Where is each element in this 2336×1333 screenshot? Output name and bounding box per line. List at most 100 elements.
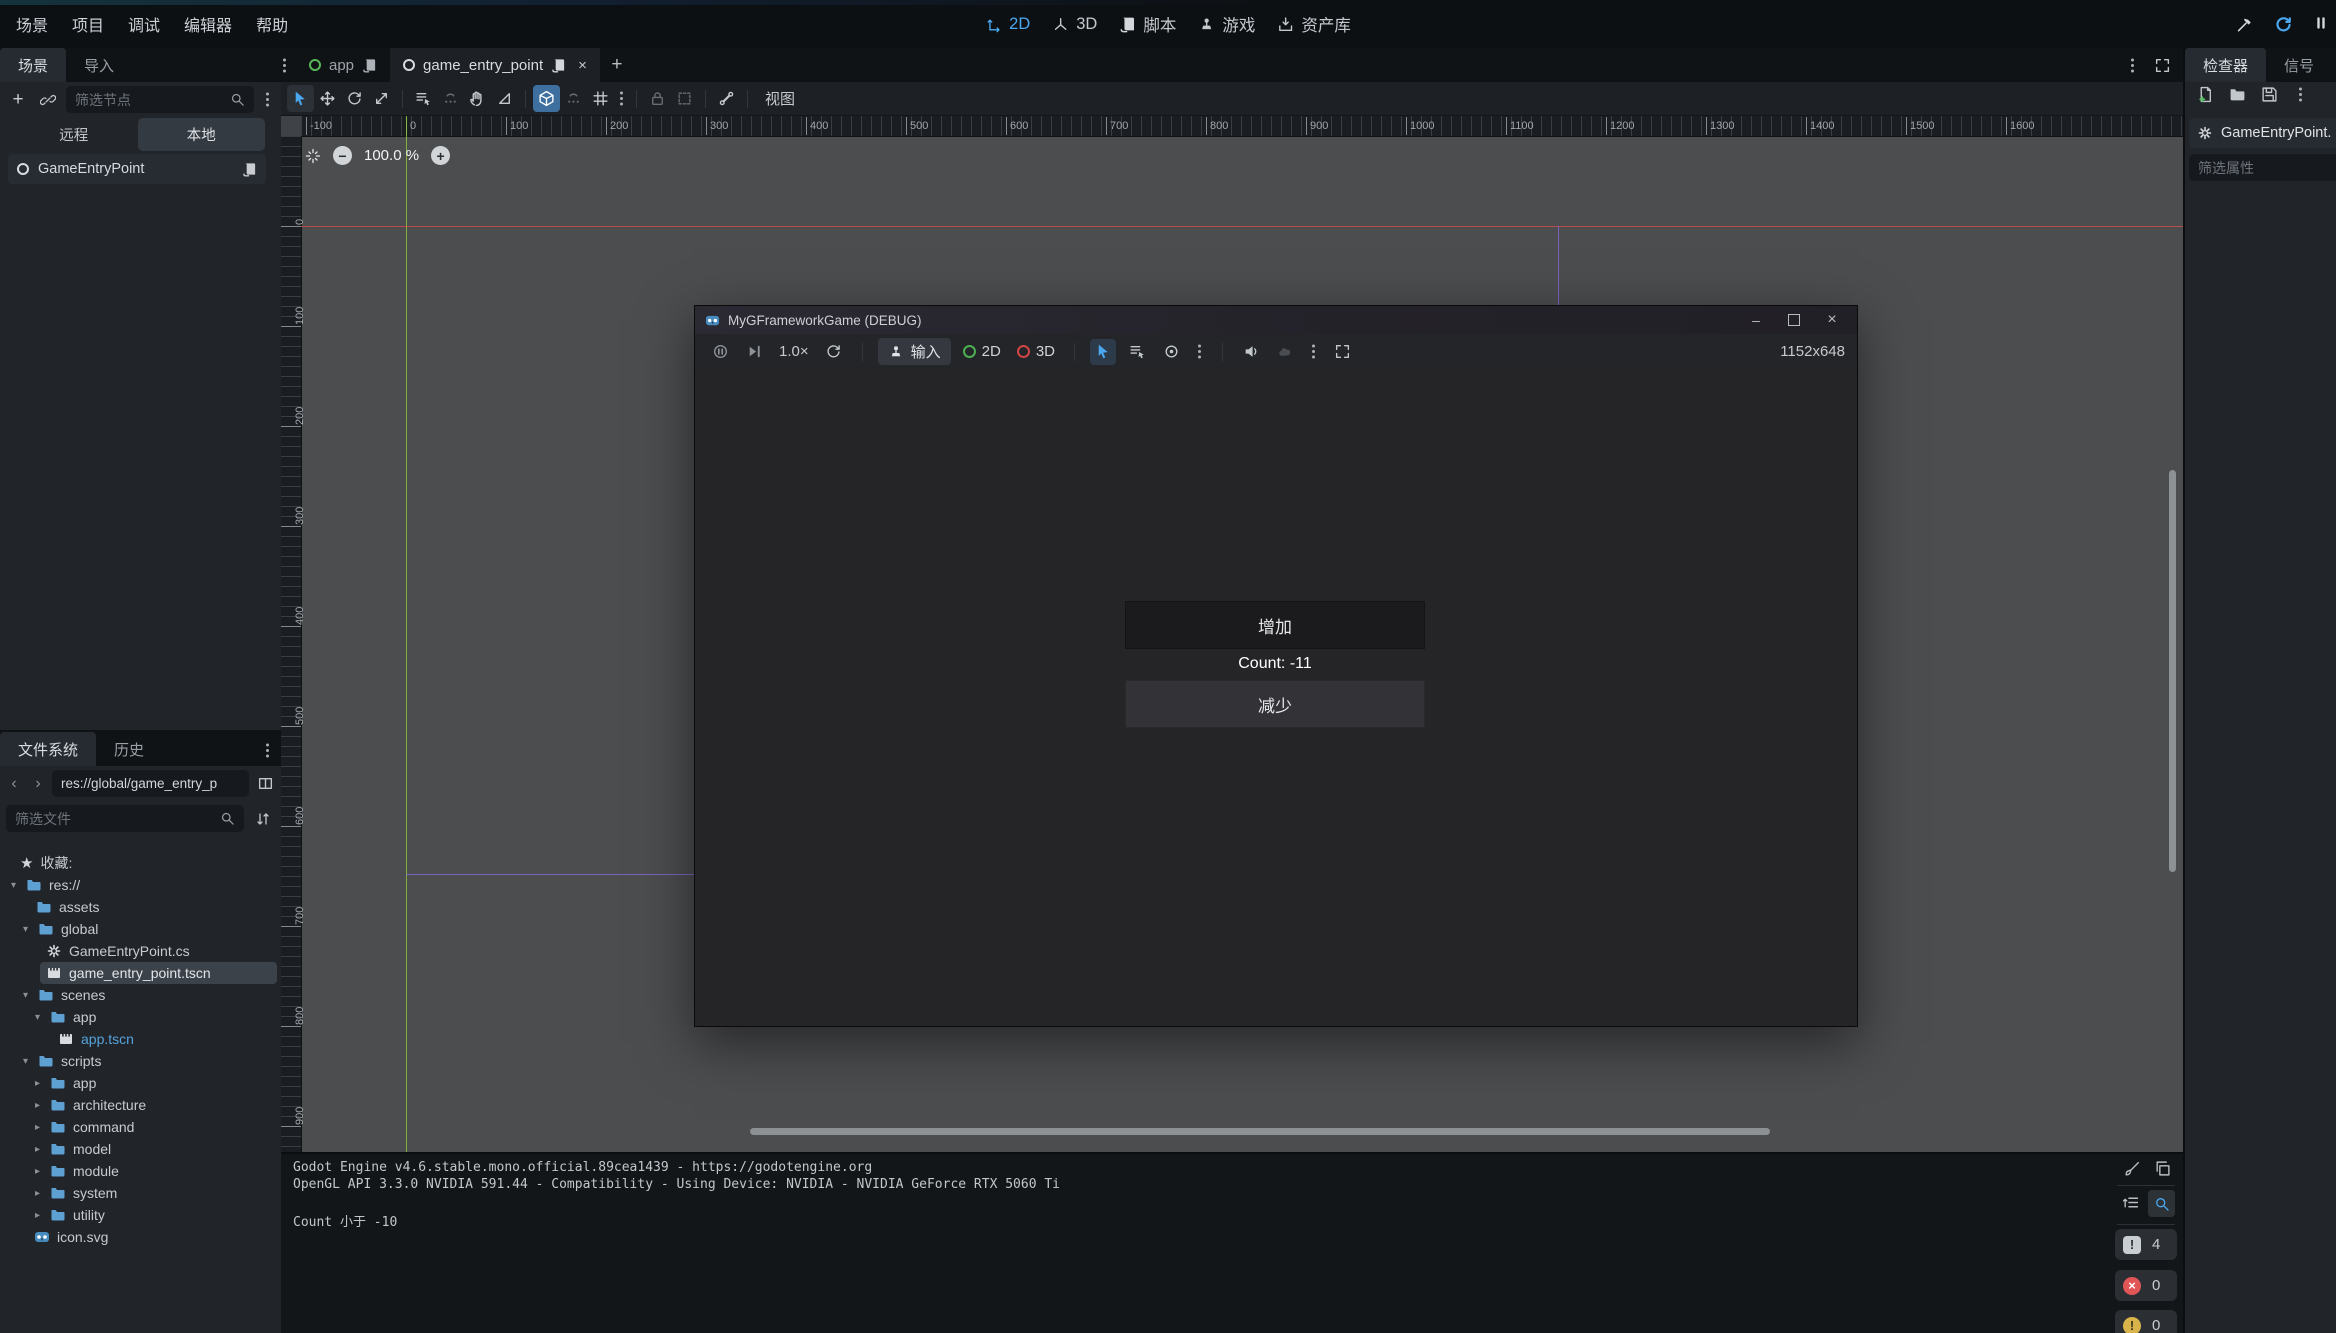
warnings-filter-badge[interactable]: ! 0	[2115, 1310, 2177, 1333]
snap-menu-icon[interactable]	[620, 97, 623, 100]
tab-scene-dock[interactable]: 场景	[0, 48, 66, 82]
scene-tree-root-node[interactable]: GameEntryPoint	[8, 154, 266, 184]
close-icon[interactable]: ×	[1817, 309, 1847, 331]
workspace-script[interactable]: 脚本	[1119, 12, 1176, 36]
game-window-titlebar[interactable]: MyGFrameworkGame (DEBUG) – ×	[695, 306, 1857, 334]
copy-output-icon[interactable]	[2154, 1160, 2171, 1177]
3d-mode-button[interactable]: 3D	[1013, 343, 1059, 360]
snap-options-button[interactable]	[560, 85, 587, 112]
workspace-game[interactable]: 游戏	[1198, 12, 1255, 36]
scale-tool-button[interactable]	[368, 85, 395, 112]
save-resource-icon[interactable]	[2261, 86, 2278, 103]
nav-forward-icon[interactable]: ›	[28, 775, 48, 793]
selection-options-icon[interactable]	[1198, 350, 1201, 353]
errors-filter-badge[interactable]: × 0	[2115, 1270, 2177, 1301]
rotate-tool-button[interactable]	[341, 85, 368, 112]
toggle-split-mode-icon[interactable]	[253, 775, 277, 792]
debug-menu-icon[interactable]	[1312, 350, 1315, 353]
workspace-3d[interactable]: 3D	[1052, 15, 1097, 34]
tree-item-favorites[interactable]: ★收藏:	[0, 852, 277, 874]
menu-project[interactable]: 项目	[60, 7, 116, 41]
resource-menu-icon[interactable]	[2299, 93, 2302, 96]
menu-debug[interactable]: 调试	[116, 7, 172, 41]
filter-nodes-input[interactable]: 筛选节点	[66, 86, 254, 113]
workspace-assetlib[interactable]: 资产库	[1277, 12, 1351, 36]
load-resource-icon[interactable]	[2229, 86, 2246, 103]
new-scene-tab-button[interactable]: +	[600, 54, 634, 76]
tool-select-mode-icon[interactable]	[2235, 15, 2254, 34]
tab-signals[interactable]: 信号	[2266, 48, 2332, 82]
game-viewport[interactable]: 增加 Count: -11 减少	[695, 369, 1857, 1026]
tab-import-dock[interactable]: 导入	[66, 48, 132, 82]
tree-item-system[interactable]: ▸system	[0, 1182, 277, 1204]
menu-editor[interactable]: 编辑器	[172, 7, 244, 41]
local-button[interactable]: 本地	[138, 118, 266, 151]
restart-game-icon[interactable]	[2274, 15, 2293, 34]
script-icon[interactable]	[242, 162, 257, 177]
messages-filter-badge[interactable]: ! 4	[2115, 1229, 2177, 1260]
skeleton-options-button[interactable]	[713, 85, 740, 112]
current-path-field[interactable]: res://global/game_entry_p	[52, 770, 249, 797]
lock-node-button[interactable]	[644, 85, 671, 112]
increase-button[interactable]: 增加	[1125, 601, 1425, 649]
tree-item-command[interactable]: ▸command	[0, 1116, 277, 1138]
group-node-button[interactable]	[671, 85, 698, 112]
tree-item-gameentrypoint-cs[interactable]: GameEntryPoint.cs	[0, 940, 277, 962]
pause-game-icon[interactable]	[2313, 15, 2332, 34]
view-menu-button[interactable]: 视图	[755, 88, 805, 109]
close-tab-icon[interactable]: ×	[574, 57, 587, 74]
ruler-tool-button[interactable]	[491, 85, 518, 112]
tree-item-module[interactable]: ▸module	[0, 1160, 277, 1182]
new-resource-icon[interactable]	[2197, 86, 2214, 103]
tree-item-app-folder[interactable]: ▾app	[0, 1006, 277, 1028]
scene-tab-list-icon[interactable]	[283, 64, 286, 67]
tree-item-assets[interactable]: assets	[0, 896, 277, 918]
game-window[interactable]: MyGFrameworkGame (DEBUG) – × 1.0× 输入 2D …	[694, 305, 1858, 1027]
mute-audio-button[interactable]	[1238, 339, 1264, 365]
instance-scene-icon[interactable]	[36, 92, 60, 108]
workspace-2d[interactable]: 2D	[985, 15, 1030, 34]
use-snap-button[interactable]	[533, 85, 560, 112]
tree-item-icon-svg[interactable]: icon.svg	[0, 1226, 277, 1248]
scene-tab-game-entry-point[interactable]: game_entry_point ×	[390, 48, 600, 82]
speed-select[interactable]: 1.0×	[775, 343, 813, 360]
editor-layout-menu-icon[interactable]	[2131, 64, 2134, 67]
add-node-button[interactable]: +	[6, 89, 30, 111]
tree-item-res-root[interactable]: ▾res://	[0, 874, 277, 896]
nav-back-icon[interactable]: ‹	[4, 775, 24, 793]
move-tool-button[interactable]	[314, 85, 341, 112]
scene-tab-app[interactable]: app	[296, 48, 390, 82]
pan-tool-button[interactable]	[464, 85, 491, 112]
decrease-button[interactable]: 减少	[1125, 680, 1425, 728]
grid-toggle-button[interactable]	[587, 85, 614, 112]
tree-item-model[interactable]: ▸model	[0, 1138, 277, 1160]
edited-resource-row[interactable]: GameEntryPoint.	[2189, 118, 2336, 148]
tree-item-game-entry-point-tscn[interactable]: game_entry_point.tscn	[40, 962, 277, 984]
clear-output-icon[interactable]	[2124, 1160, 2141, 1177]
debug-options-icon[interactable]	[1272, 339, 1298, 365]
tab-filesystem[interactable]: 文件系统	[0, 732, 96, 766]
tree-item-scripts-app[interactable]: ▸app	[0, 1072, 277, 1094]
tab-inspector[interactable]: 检查器	[2185, 48, 2266, 82]
tree-item-app-tscn[interactable]: app.tscn	[0, 1028, 277, 1050]
tree-item-utility[interactable]: ▸utility	[0, 1204, 277, 1226]
filter-properties-input[interactable]: 筛选属性	[2189, 154, 2336, 181]
pivot-tool-button[interactable]	[437, 85, 464, 112]
minimize-icon[interactable]: –	[1741, 309, 1771, 331]
fullscreen-icon[interactable]	[1329, 339, 1355, 365]
horizontal-scrollbar[interactable]	[750, 1128, 1770, 1135]
remote-button[interactable]: 远程	[10, 118, 138, 151]
menu-scene[interactable]: 场景	[4, 7, 60, 41]
list-select-tool-button[interactable]	[410, 85, 437, 112]
search-output-icon[interactable]	[2148, 1190, 2175, 1217]
vertical-scrollbar[interactable]	[2169, 470, 2176, 872]
tab-history[interactable]: 历史	[96, 732, 162, 766]
maximize-icon[interactable]	[1779, 309, 1809, 331]
center-view-icon[interactable]	[305, 148, 321, 164]
scene-dock-menu-icon[interactable]	[266, 98, 269, 101]
filesystem-menu-icon[interactable]	[266, 749, 269, 752]
filter-files-input[interactable]: 筛选文件	[6, 805, 244, 832]
next-frame-icon[interactable]	[741, 339, 767, 365]
2d-mode-button[interactable]: 2D	[959, 343, 1005, 360]
input-mode-button[interactable]: 输入	[878, 338, 951, 365]
